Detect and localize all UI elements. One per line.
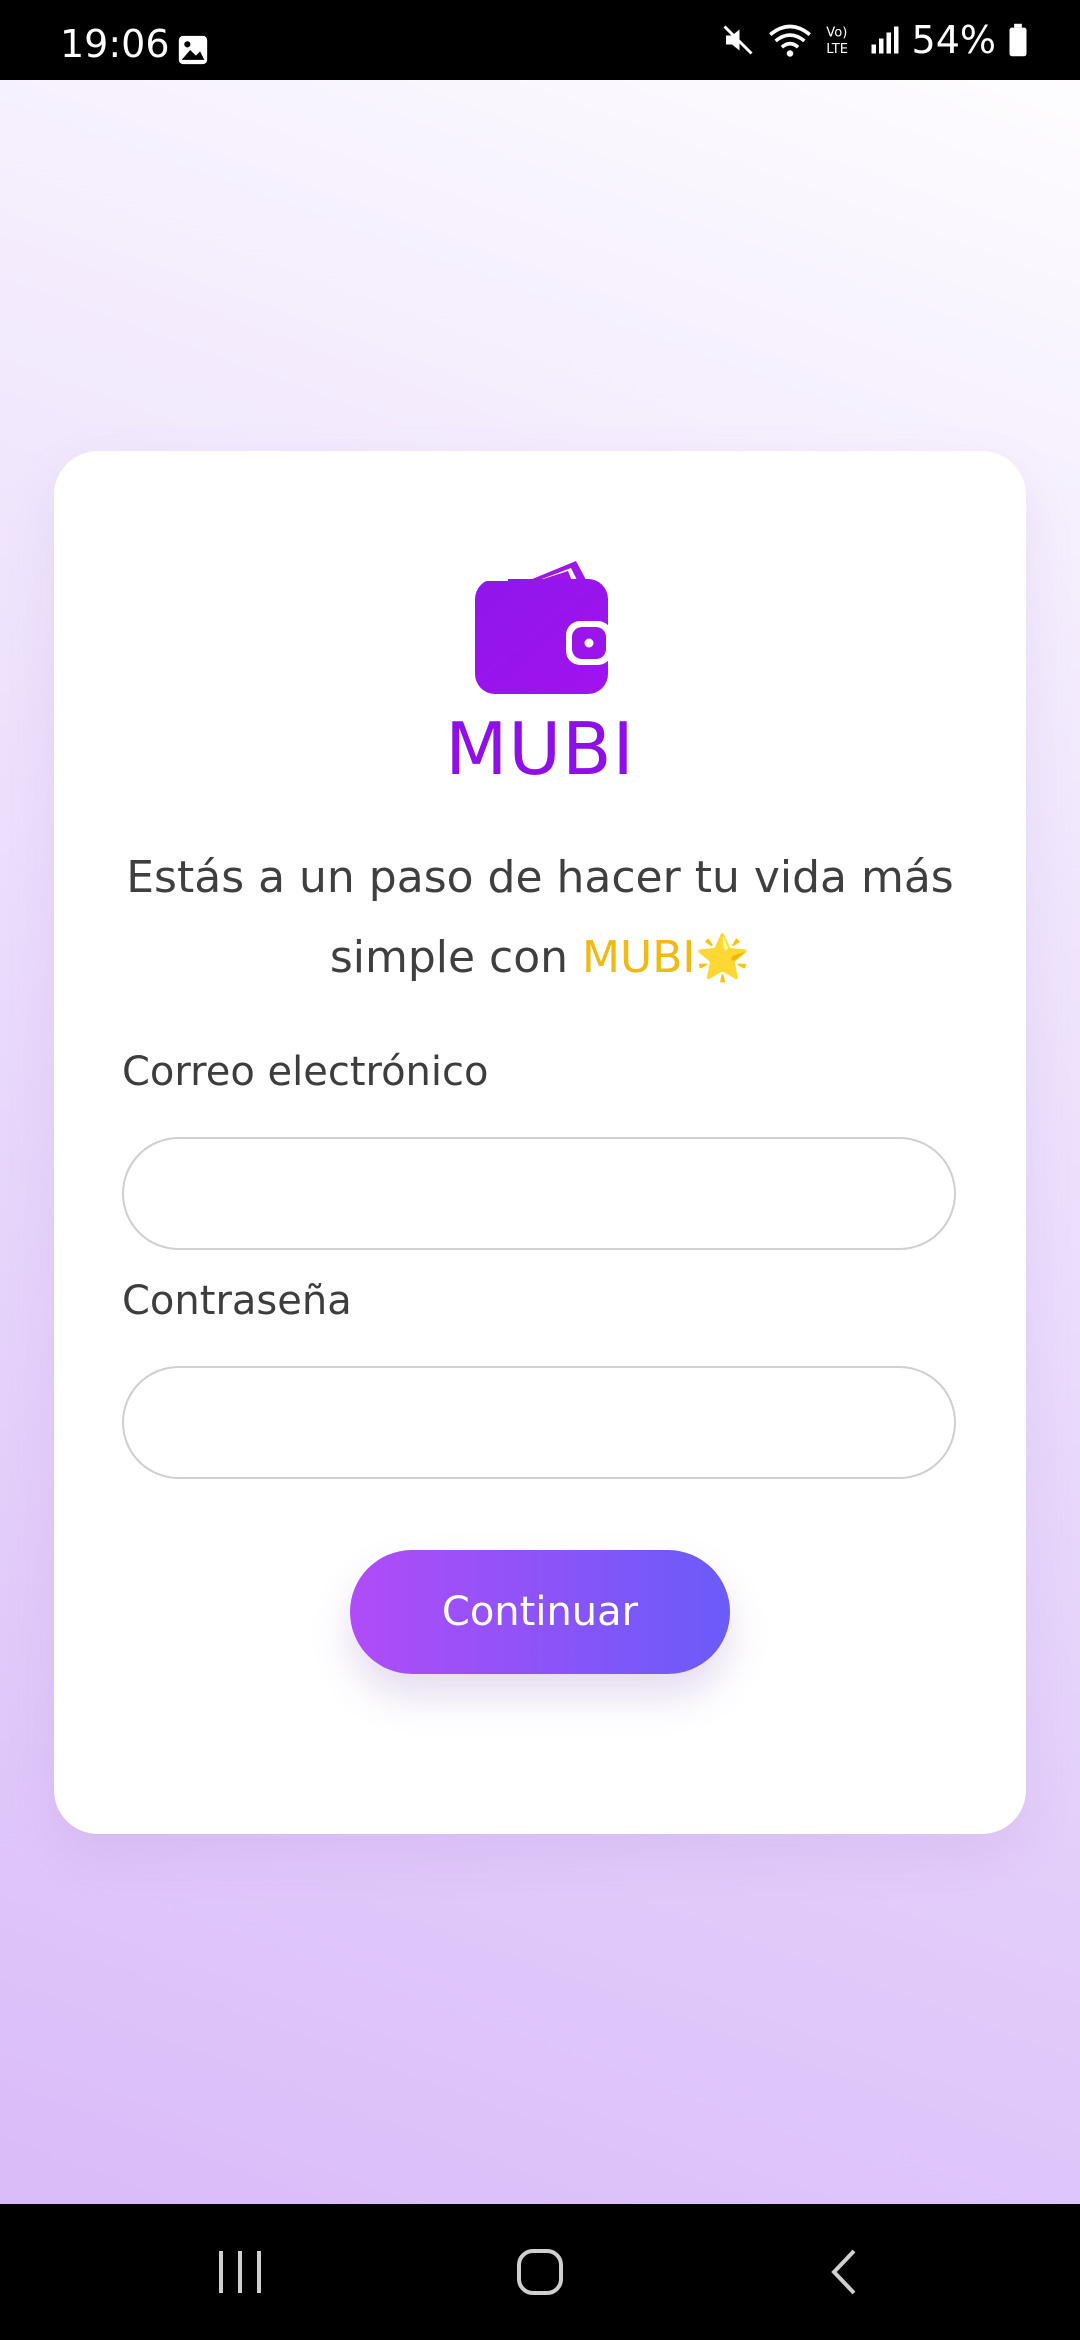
battery-icon: [1009, 23, 1027, 57]
home-button[interactable]: [480, 2204, 600, 2340]
svg-text:Vo): Vo): [826, 26, 847, 41]
wallet-icon: [473, 561, 612, 694]
email-field[interactable]: [122, 1137, 956, 1250]
navigation-bar: [0, 2204, 1080, 2340]
svg-text:LTE: LTE: [826, 42, 848, 57]
wifi-icon: [768, 24, 811, 57]
back-icon: [831, 2249, 856, 2295]
login-card: MUBI Estás a un paso de hacer tu vida má…: [54, 451, 1026, 1834]
status-icons: Vo) LTE 54%: [720, 16, 1028, 64]
status-time: 19:06: [60, 22, 170, 66]
recents-button[interactable]: [180, 2204, 300, 2340]
battery-percent: 54%: [911, 18, 996, 62]
mute-icon: [722, 25, 753, 55]
recents-icon: [219, 2251, 261, 2293]
volte-icon: Vo) LTE: [826, 26, 848, 57]
back-button[interactable]: [784, 2204, 904, 2340]
password-label: Contraseña: [122, 1278, 352, 1324]
star-emoji: 🌟: [695, 932, 751, 983]
tagline: Estás a un paso de hacer tu vida más sim…: [114, 838, 966, 998]
home-icon: [517, 2249, 563, 2295]
status-bar: 19:06 Vo) LTE 54%: [0, 0, 1080, 80]
tagline-text: Estás a un paso de hacer tu vida más sim…: [126, 852, 954, 983]
continue-button[interactable]: Continuar: [350, 1550, 730, 1674]
signal-icon: [871, 26, 899, 54]
tagline-accent: MUBI: [582, 932, 696, 983]
email-label: Correo electrónico: [122, 1049, 489, 1095]
password-field[interactable]: [122, 1366, 956, 1479]
brand-name: MUBI: [445, 707, 635, 791]
gallery-icon: [178, 35, 208, 65]
